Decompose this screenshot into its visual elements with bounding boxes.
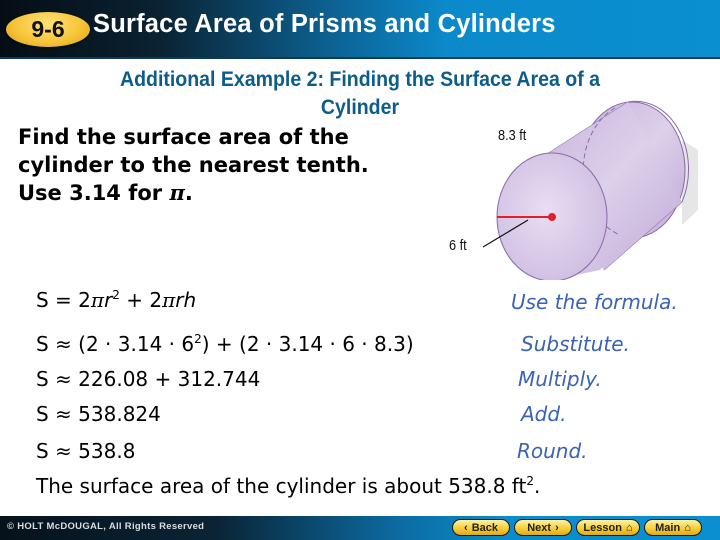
step-note: Use the formula. xyxy=(511,290,678,314)
step-note: Multiply. xyxy=(518,367,602,391)
prompt-line3-suffix: . xyxy=(184,181,193,205)
cylinder-figure: 8.3 ft 6 ft xyxy=(420,90,720,282)
next-label: Next xyxy=(527,521,552,534)
step-note: Substitute. xyxy=(521,332,630,356)
substitute-step: S ≈ (2 · 3.14 · 62) + (2 · 3.14 · 6 · 8.… xyxy=(36,332,414,356)
height-label: 8.3 ft xyxy=(498,127,527,144)
problem-prompt: Find the surface area of the cylinder to… xyxy=(18,123,438,207)
exponent: 2 xyxy=(526,474,534,488)
formula-part: S = 2 xyxy=(36,288,91,312)
conclusion-end: . xyxy=(533,474,541,498)
copyright-text: © HOLT McDOUGAL, All Rights Reserved xyxy=(7,521,205,532)
add-step: S ≈ 538.824 xyxy=(36,402,161,426)
conclusion-text: The surface area of the cylinder is abou… xyxy=(36,474,527,498)
lesson-title: Surface Area of Prisms and Cylinders xyxy=(93,10,556,38)
multiply-step: S ≈ 226.08 + 312.744 xyxy=(36,367,261,391)
pi-symbol: π xyxy=(90,288,105,312)
prompt-line1: Find the surface area of the xyxy=(18,125,349,149)
home-icon: ⌂ xyxy=(625,521,633,534)
center-point xyxy=(548,213,556,221)
prompt-line3: Use 3.14 for π. xyxy=(18,179,438,207)
main-button[interactable]: Main ⌂ xyxy=(644,519,702,536)
round-step: S ≈ 538.8 xyxy=(36,439,136,463)
chevron-left-icon: ‹ xyxy=(464,521,468,534)
home-icon: ⌂ xyxy=(684,521,691,534)
header-bar: 9-6 Surface Area of Prisms and Cylinders xyxy=(0,0,720,59)
expression-part: S ≈ (2 · 3.14 · 6 xyxy=(36,332,195,356)
rh-variable: rh xyxy=(175,288,197,312)
step-note: Add. xyxy=(521,402,567,426)
conclusion: The surface area of the cylinder is abou… xyxy=(36,474,540,498)
formula-step: S = 2πr2 + 2πrh xyxy=(36,288,196,312)
back-button[interactable]: ‹ Back xyxy=(452,519,510,536)
main-label: Main xyxy=(655,521,681,534)
footer-bar: © HOLT McDOUGAL, All Rights Reserved ‹ B… xyxy=(0,516,720,540)
pi-symbol: π xyxy=(169,180,185,205)
prompt-line3-prefix: Use 3.14 for xyxy=(18,181,170,205)
back-label: Back xyxy=(471,521,498,534)
lesson-label: Lesson xyxy=(583,521,622,534)
exponent: 2 xyxy=(112,288,120,302)
expression-part: ) + (2 · 3.14 · 6 · 8.3) xyxy=(201,332,414,356)
formula-part: + 2 xyxy=(119,288,163,312)
chevron-right-icon: › xyxy=(555,521,559,534)
next-button[interactable]: Next › xyxy=(514,519,572,536)
step-note: Round. xyxy=(517,439,588,463)
pi-symbol: π xyxy=(162,288,176,312)
exponent: 2 xyxy=(194,332,202,346)
lesson-button[interactable]: Lesson ⌂ xyxy=(576,519,640,536)
radius-label: 6 ft xyxy=(449,237,467,254)
prompt-line2: cylinder to the nearest tenth. xyxy=(18,153,369,177)
lesson-number-badge: 9-6 xyxy=(6,12,90,47)
